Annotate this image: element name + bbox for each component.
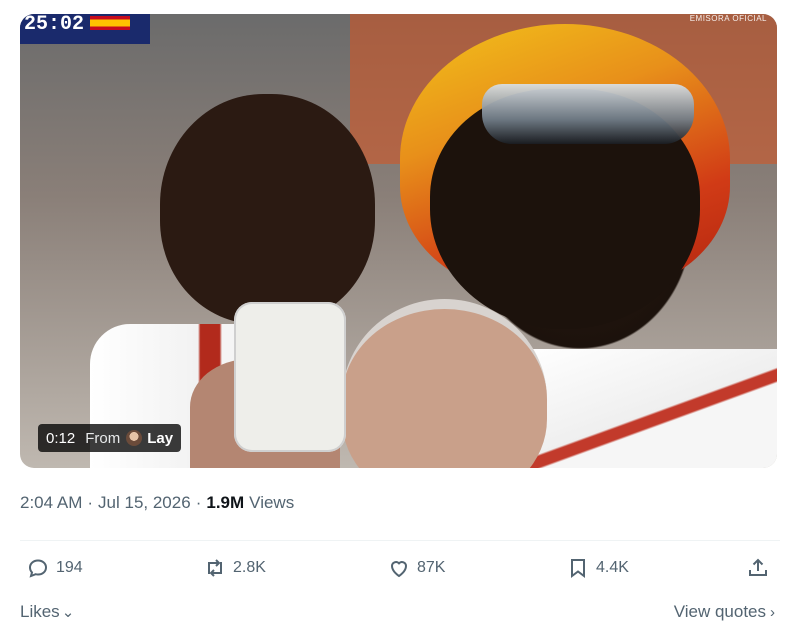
share-button[interactable] (746, 556, 770, 580)
views-label: Views (249, 493, 295, 512)
reply-button[interactable]: 194 (26, 556, 83, 580)
bookmark-icon (571, 559, 585, 578)
bookmark-count: 4.4K (596, 559, 629, 576)
reply-icon (28, 559, 48, 578)
child-face (160, 94, 375, 324)
tweet-date[interactable]: Jul 15, 2026 (98, 493, 191, 513)
tweet-video[interactable]: 25:02 EMISORA OFICIAL 0:12 From Lay (20, 14, 777, 468)
like-button[interactable]: 87K (387, 556, 445, 580)
bookmark-button[interactable]: 4.4K (566, 556, 629, 580)
repost-button[interactable]: 2.8K (203, 556, 266, 580)
reply-count: 194 (56, 559, 83, 576)
like-icon (390, 561, 408, 578)
view-quotes-link[interactable]: View quotes › (674, 602, 775, 622)
separator: · (195, 493, 202, 512)
broadcaster-tag: EMISORA OFICIAL (689, 14, 767, 23)
video-time: 0:12 (46, 429, 76, 447)
spain-flag-icon (90, 16, 130, 30)
action-bar: 194 2.8K 87K 4.4K (20, 556, 780, 588)
phone (234, 302, 346, 452)
engagement-links: Likes ⌄ View quotes › (20, 602, 775, 626)
older-man-head (342, 299, 547, 468)
divider (20, 540, 780, 541)
sunglasses (482, 84, 694, 144)
scoreboard-clock: 25:02 (24, 14, 85, 36)
video-info-pill[interactable]: 0:12 From Lay (38, 424, 182, 452)
likes-dropdown[interactable]: Likes ⌄ (20, 602, 74, 622)
source-user[interactable]: Lay (147, 430, 173, 447)
view-quotes-label: View quotes (673, 602, 766, 621)
repost-icon (208, 559, 222, 577)
repost-count: 2.8K (233, 559, 266, 576)
views-count: 1.9M (206, 493, 245, 512)
chevron-right-icon: › (770, 603, 775, 621)
tweet-time[interactable]: 2:04 AM (20, 493, 82, 513)
man-shirt (520, 349, 777, 468)
separator: · (87, 493, 94, 512)
chevron-down-icon: ⌄ (61, 604, 75, 621)
likes-label: Likes (20, 602, 60, 621)
like-count: 87K (417, 559, 446, 576)
avatar (126, 430, 143, 446)
tweet-timestamp: 2:04 AM · Jul 15, 2026 · 1.9M Views (20, 493, 294, 513)
from-label: From (85, 429, 121, 447)
share-icon (749, 558, 767, 576)
scoreboard: 25:02 (20, 14, 150, 44)
